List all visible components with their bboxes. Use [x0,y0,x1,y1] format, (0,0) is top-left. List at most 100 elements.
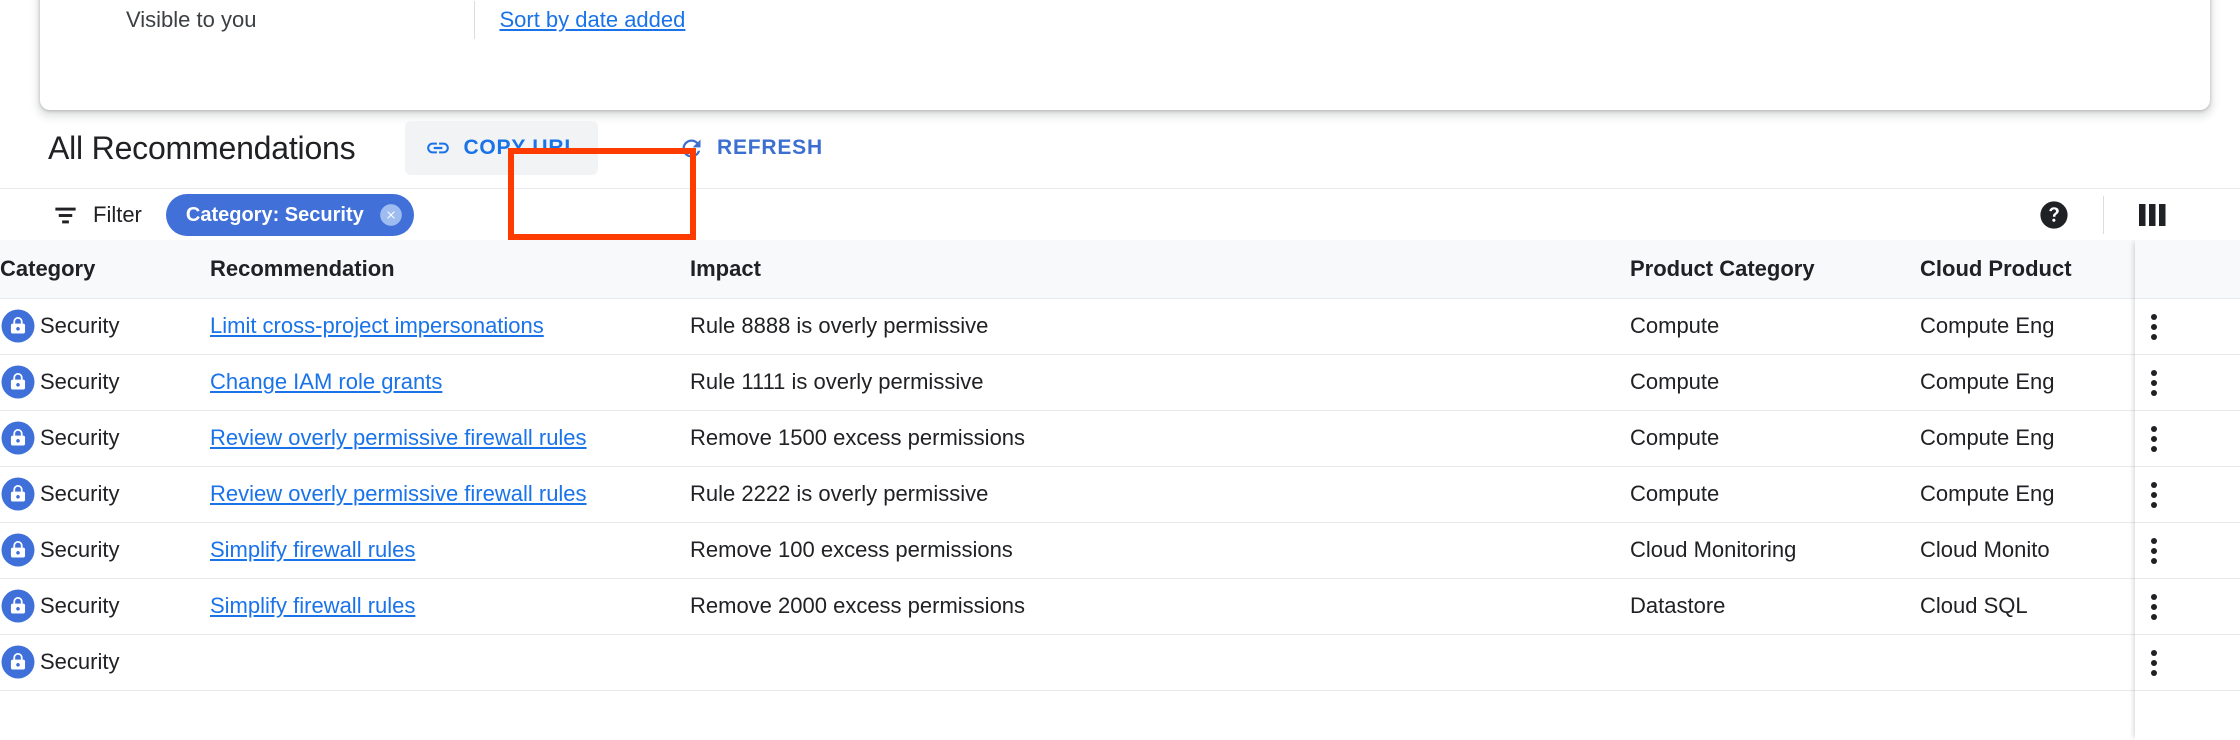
more-vert-icon [2151,422,2157,456]
table-row[interactable]: Security Review overly permissive firewal… [0,410,2240,466]
column-header-category[interactable]: Category [0,240,210,299]
section-header: All Recommendations COPY URL REFRESH [0,108,2240,188]
cell-recommendation: Review overly permissive firewall rules [210,410,690,466]
cell-product-category: Datastore [1630,593,1726,618]
column-header-cloud-product[interactable]: Cloud Product [1920,240,2165,299]
column-header-recommendation[interactable]: Recommendation [210,240,690,299]
table-row[interactable]: Security Change IAM role grants Rule 1111 … [0,354,2240,410]
cell-impact: Rule 2222 is overly permissive [690,481,989,506]
table-head: Category Recommendation Impact Product C… [0,240,2240,299]
cell-cloud-product: Compute Eng [1920,481,2055,506]
cell-category: Security [0,298,210,354]
cell-cloud-product: Compute Eng [1920,313,2055,338]
help-icon[interactable] [2037,198,2071,232]
table-row[interactable]: Security Simplify firewall rules Remove 10… [0,522,2240,578]
more-vert-icon [2151,534,2157,568]
table-row[interactable]: Security Review overly permissive firewal… [0,466,2240,522]
columns-icon[interactable] [2136,200,2170,230]
cell-impact: Remove 100 excess permissions [690,537,1013,562]
category-label: Security [40,313,120,338]
cell-recommendation: Limit cross-project impersonations [210,298,690,354]
refresh-label: REFRESH [716,136,823,159]
visibility-label: Visible to you [126,7,257,32]
column-header-impact[interactable]: Impact [690,240,1630,299]
link-icon [425,135,451,161]
cell-product-category: Compute [1630,425,1720,450]
row-menu-button[interactable] [2135,467,2240,523]
cell-cloud-product: Compute Eng [1920,369,2055,394]
close-circle-icon[interactable] [378,202,404,228]
cell-cloud-product: Cloud Monito [1920,537,2050,562]
filter-chip-label: Category: Security [185,203,364,226]
table-body: Security Limit cross-project impersonatio… [0,298,2240,690]
cell-category: Security [0,466,210,522]
cell-cloud-product: Compute Eng [1920,425,2055,450]
filter-icon[interactable] [52,202,79,229]
cell-impact: Remove 2000 excess permissions [690,593,1026,618]
filter-bar: Filter Category: Security [0,188,2240,241]
cell-cloud-product: Cloud SQL [1920,593,2028,618]
row-actions-column [2135,240,2240,740]
refresh-icon [678,135,705,162]
filter-label: Filter [93,202,142,227]
row-menu-button[interactable] [2135,411,2240,467]
recommendation-link[interactable]: Review overly permissive firewall rules [210,425,587,450]
lock-badge-icon [0,364,36,400]
recommendation-link[interactable]: Change IAM role grants [210,369,442,394]
recommendation-link[interactable]: Simplify firewall rules [210,537,415,562]
cell-impact: Remove 1500 excess permissions [690,425,1026,450]
category-label: Security [40,537,120,562]
vertical-divider [474,1,476,39]
cell-recommendation: Change IAM role grants [210,354,690,410]
lock-badge-icon [0,644,36,680]
table-row[interactable]: Security [0,634,2240,690]
lock-badge-icon [0,420,36,456]
cell-impact [690,634,1630,690]
cell-product-category: Compute [1630,481,1720,506]
category-label: Security [40,425,120,450]
row-menu-button[interactable] [2135,299,2240,355]
cell-impact: Rule 1111 is overly permissive [690,369,984,394]
filter-summary-row: Visible to you Sort by date added [40,0,2210,40]
recommendation-link[interactable]: Review overly permissive firewall rules [210,481,587,506]
cell-recommendation: Review overly permissive firewall rules [210,466,690,522]
category-label: Security [40,649,120,674]
copy-url-label: COPY URL [463,136,578,159]
cell-category: Security [0,522,210,578]
cell-category: Security [0,410,210,466]
table-row[interactable]: Security Simplify firewall rules Remove 20… [0,578,2240,634]
more-vert-icon [2151,590,2157,624]
category-label: Security [40,481,120,506]
cell-category: Security [0,578,210,634]
filter-summary-card: Visible to you Sort by date added [40,0,2210,110]
table-row[interactable]: Security Limit cross-project impersonatio… [0,298,2240,354]
cell-product-category [1630,634,1920,690]
lock-badge-icon [0,476,36,512]
recommendation-link[interactable]: Simplify firewall rules [210,593,415,618]
filter-chip-category-security[interactable]: Category: Security [165,194,414,236]
row-actions-column-header [2135,240,2240,299]
column-header-product-category[interactable]: Product Category [1630,240,1920,299]
row-menu-button[interactable] [2135,635,2240,691]
copy-url-button[interactable]: COPY URL [405,121,598,175]
more-vert-icon [2151,366,2157,400]
row-menu-button[interactable] [2135,355,2240,411]
page-title: All Recommendations [48,129,356,166]
more-vert-icon [2151,478,2157,512]
category-label: Security [40,593,120,618]
category-label: Security [40,369,120,394]
row-menu-button[interactable] [2135,579,2240,635]
recommendations-table: Category Recommendation Impact Product C… [0,240,2240,691]
recommendation-link[interactable]: Limit cross-project impersonations [210,313,544,338]
sort-by-date-added-link[interactable]: Sort by date added [499,7,685,33]
cell-product-category: Compute [1630,369,1720,394]
refresh-button[interactable]: REFRESH [664,121,837,175]
lock-badge-icon [0,532,36,568]
row-menu-button[interactable] [2135,523,2240,579]
table-header-row: Category Recommendation Impact Product C… [0,240,2240,299]
more-vert-icon [2151,310,2157,344]
cell-recommendation: Simplify firewall rules [210,522,690,578]
cell-cloud-product [1920,634,2165,690]
cell-impact: Rule 8888 is overly permissive [690,313,989,338]
cell-recommendation: Simplify firewall rules [210,578,690,634]
